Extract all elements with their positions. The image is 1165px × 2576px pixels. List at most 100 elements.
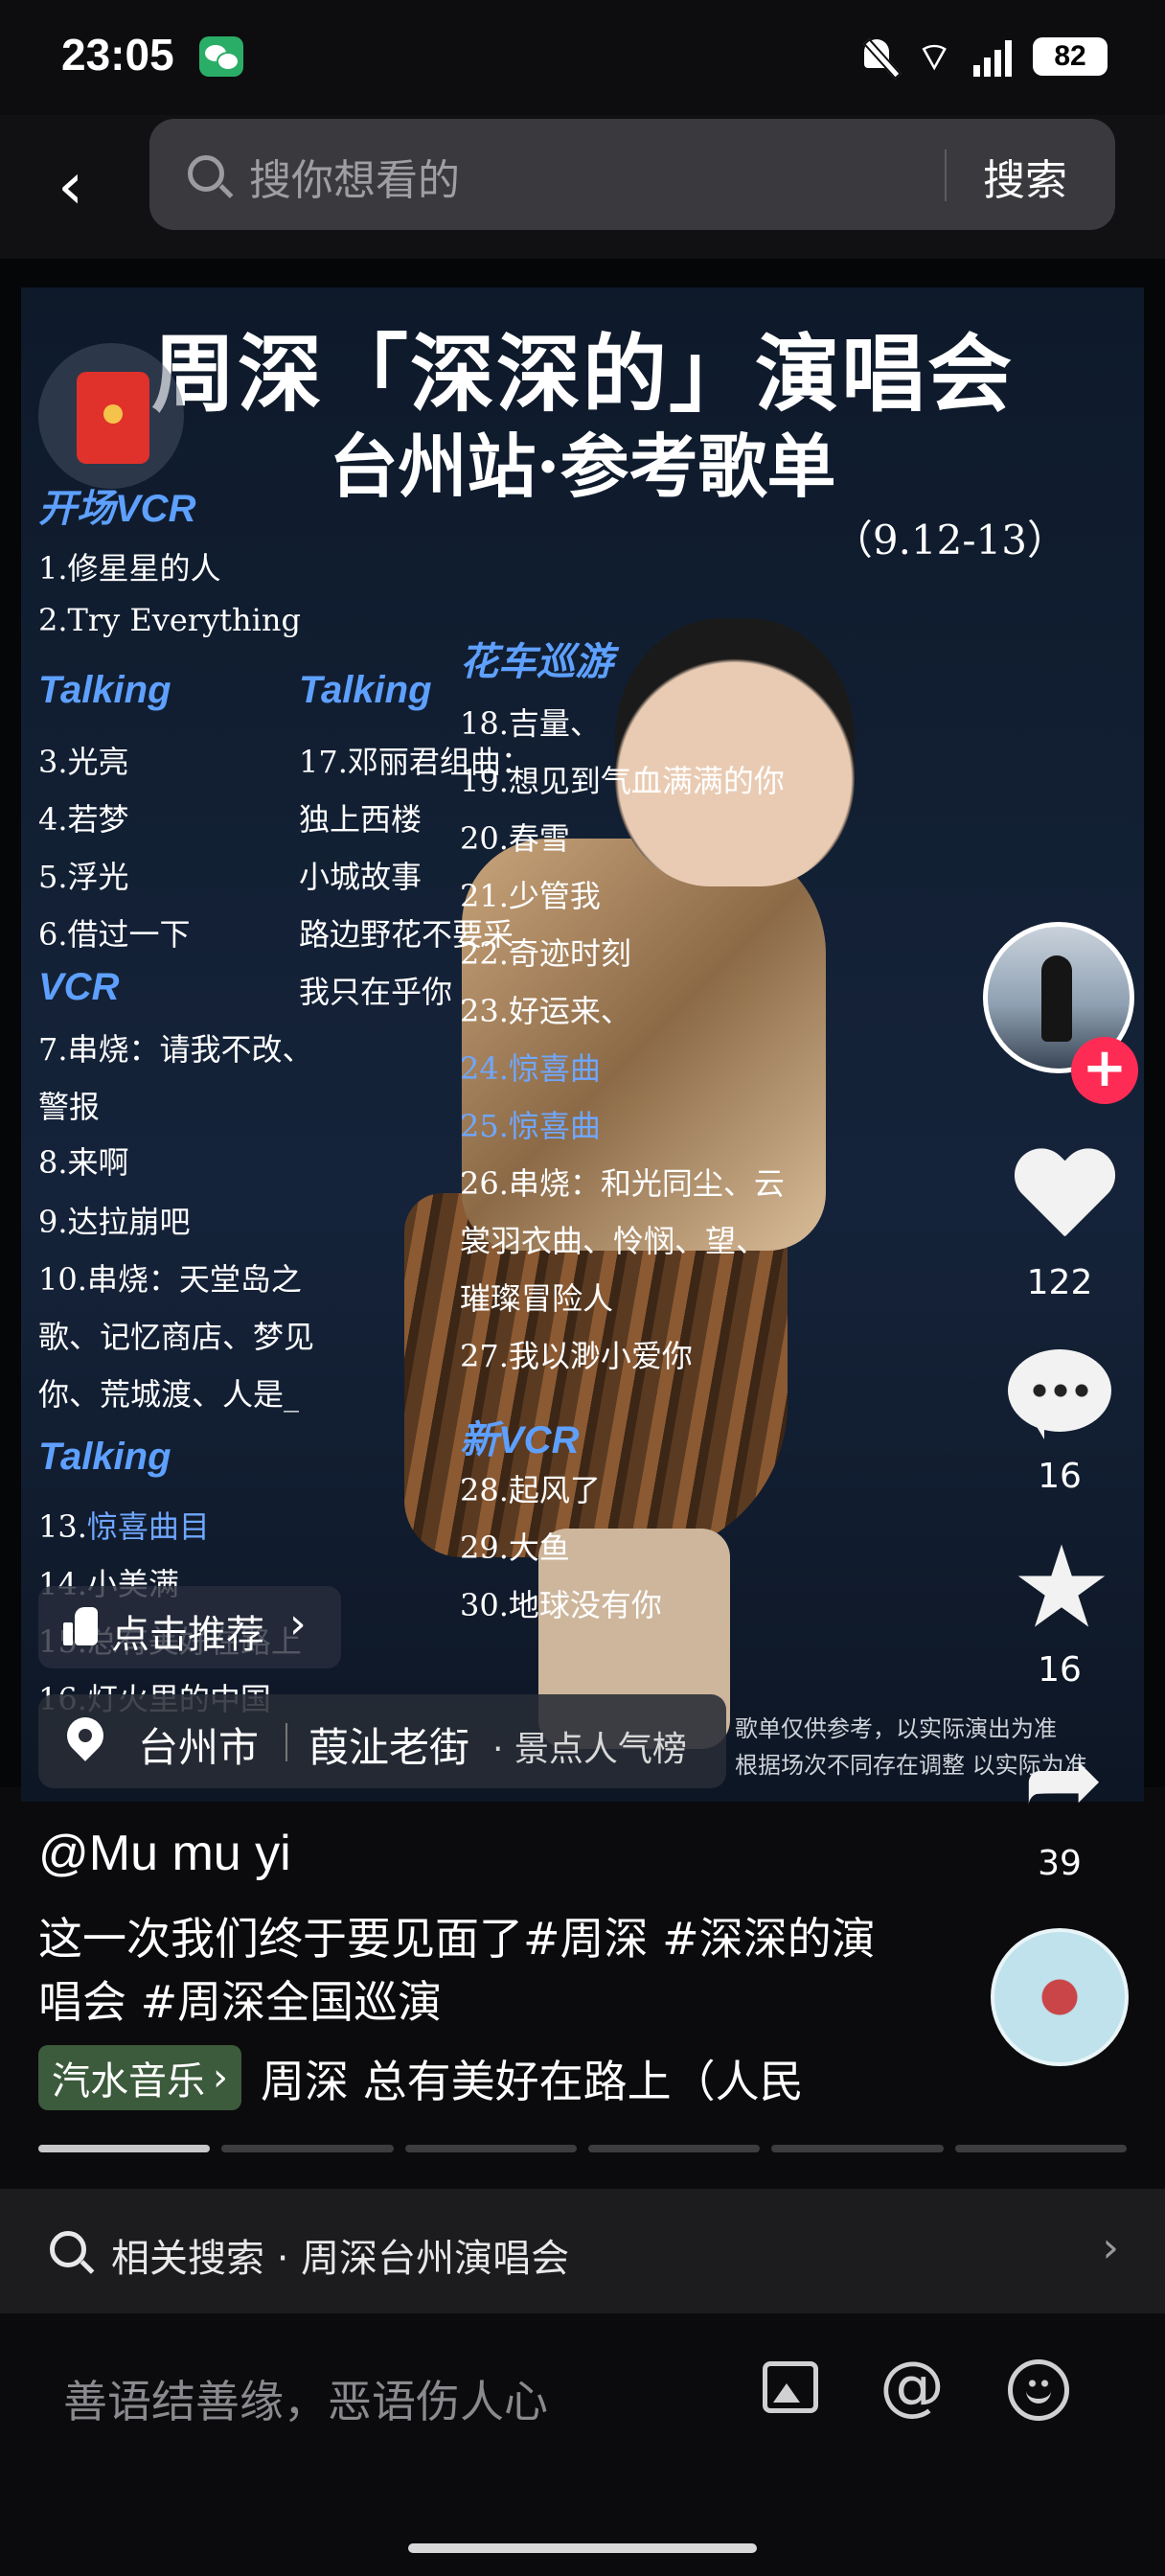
chevron-right-icon: › [1102,2223,1119,2272]
battery-indicator: 82 [1033,37,1108,76]
setlist-song: 30.地球没有你 [460,1587,662,1623]
wifi-icon: ⌔ [916,36,952,79]
clock: 23:05 [61,30,174,80]
emoji-icon[interactable] [1008,2359,1069,2421]
comment-count: 16 [1038,1457,1082,1496]
music-disc-icon[interactable] [991,1928,1129,2066]
setlist-song: 25.惊喜曲 [460,1108,601,1144]
setlist-section-heading: VCR [38,966,120,1008]
search-placeholder: 搜你想看的 [249,156,460,205]
setlist-song: 璀璨冒险人 [460,1280,614,1317]
related-search-bar[interactable]: 相关搜索 · 周深台州演唱会 › [0,2189,1165,2313]
follow-plus-button[interactable]: + [1071,1037,1138,1104]
setlist-song: 我只在乎你 [299,974,453,1010]
mention-at-icon[interactable]: @ [879,2352,945,2421]
favorite-count: 16 [1038,1650,1082,1690]
setlist-song: 23.好运来、 [460,993,631,1029]
divider [945,150,947,201]
location-ranking: · 景点人气榜 [492,1730,687,1769]
setlist-song: 小城故事 [299,859,423,895]
location-place: 葭沚老街 [308,1724,470,1771]
setlist-song: 27.我以渺小爱你 [460,1338,693,1374]
comment-icon[interactable] [1008,1349,1111,1439]
setlist-poster: 周深「深深的」演唱会 台州站·参考歌单 （9.12-13） 开场VCR 1.修星星… [21,288,1144,1802]
chevron-right-icon: › [289,1599,307,1648]
setlist-song: 24.惊喜曲 [460,1050,601,1087]
status-icons: ⌔ 82 [858,33,1108,80]
music-title[interactable]: 周深 总有美好在路上（人民 [261,2047,804,2110]
setlist-song: 18.吉量、 [460,705,601,742]
setlist-song: 歌、记忆商店、梦见 [38,1319,315,1355]
music-app-tag[interactable]: 汽水音乐 › [38,2045,241,2110]
setlist-song: 28.起风了 [460,1472,601,1508]
setlist-song: 8.来啊 [38,1144,129,1181]
setlist-section-heading: Talking [38,669,171,711]
like-heart-icon[interactable] [1012,1150,1117,1246]
recommend-label: 点击推荐 [111,1613,264,1657]
share-arrow-icon[interactable]: ➦ [1008,1732,1119,1828]
recommend-button[interactable]: 点击推荐 › [38,1586,341,1668]
comment-input[interactable]: 善语结善缘，恶语伤人心 [63,2367,548,2430]
setlist-song: 独上西楼 [299,801,423,838]
search-icon [188,155,224,192]
setlist-song: 裳羽衣曲、怜悯、望、 [460,1223,767,1259]
setlist-song: 26.串烧：和光同尘、云 [460,1165,785,1202]
setlist-song: 29.大鱼 [460,1530,570,1566]
author-name[interactable]: @Mu mu yi [38,1825,291,1882]
poster-date: （9.12-13） [832,517,1067,564]
thumbs-up-icon [63,1607,98,1645]
location-pin-icon [67,1717,103,1763]
red-envelope-icon [77,372,149,464]
setlist-section-heading: Talking [299,669,432,711]
setlist-song: 10.串烧：天堂岛之 [38,1261,302,1298]
setlist-song: 2.Try Everything [38,602,301,638]
setlist-song: 19.想见到气血满满的你 [460,763,785,799]
setlist-song: 13.惊喜曲目 [38,1508,210,1545]
progress-segment[interactable] [771,2145,944,2152]
image-icon[interactable] [763,2361,818,2413]
setlist-song: 20.春雪 [460,820,570,857]
top-navigation: ‹ 搜你想看的 搜索 [0,115,1165,259]
divider [286,1723,287,1761]
progress-segment[interactable] [954,2145,1127,2152]
setlist-song: 6.借过一下 [38,916,191,953]
progress-segment[interactable] [404,2145,577,2152]
setlist-song: 7.串烧：请我不改、 [38,1031,313,1068]
like-count: 122 [1026,1263,1093,1302]
location-city: 台州市 [138,1724,260,1771]
setlist-song: 22.奇迹时刻 [460,935,631,972]
setlist-song: 1.修星星的人 [38,550,221,586]
setlist-song: 21.少管我 [460,878,601,914]
setlist-surprise-label: 惊喜曲目 [86,1508,210,1545]
post-caption[interactable]: 这一次我们终于要见面了#周深 #深深的演唱会 #周深全国巡演 [38,1907,901,2034]
favorite-star-icon[interactable]: ★ [1008,1530,1115,1644]
red-packet-button[interactable] [38,343,184,489]
search-button[interactable]: 搜索 [983,146,1067,207]
home-indicator[interactable] [408,2543,757,2553]
back-arrow-icon[interactable]: ‹ [57,144,115,230]
wechat-notification-icon [199,36,243,77]
setlist-section-heading: Talking [38,1436,171,1478]
related-search-text: 相关搜索 · 周深台州演唱会 [111,2237,570,2281]
location-tag[interactable]: 台州市 葭沚老街 · 景点人气榜 [38,1694,726,1788]
setlist-song: 4.若梦 [38,801,129,838]
setlist-song: 5.浮光 [38,859,129,895]
progress-segment[interactable] [38,2145,211,2152]
chevron-right-icon: › [213,2056,228,2100]
video-progress-segments[interactable] [38,2145,1127,2152]
mute-bell-icon [858,35,895,78]
progress-segment[interactable] [587,2145,761,2152]
comment-bar: 善语结善缘，恶语伤人心 @ [0,2313,1165,2576]
setlist-song: 3.光亮 [38,744,129,780]
status-bar: 23:05 ⌔ 82 [0,0,1165,115]
progress-segment[interactable] [221,2145,394,2152]
search-input[interactable]: 搜你想看的 搜索 [149,119,1115,230]
signal-icon [973,36,1012,77]
setlist-song: 9.达拉崩吧 [38,1204,191,1240]
search-icon [50,2231,86,2267]
setlist-song: 你、荒城渡、人是_ [38,1376,300,1413]
setlist-section-heading: 花车巡游 [460,641,613,683]
setlist-song: 警报 [38,1089,101,1125]
music-app-label: 汽水音乐 [52,2059,205,2104]
share-count: 39 [1038,1844,1082,1883]
